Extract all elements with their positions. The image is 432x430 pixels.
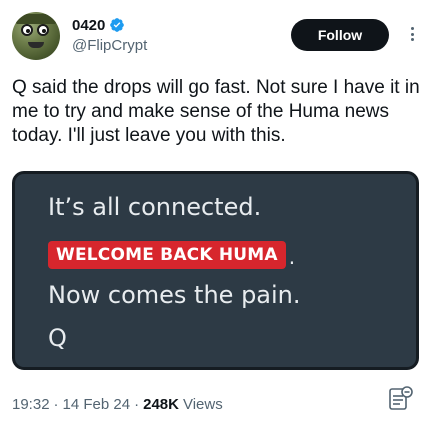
follow-button[interactable]: Follow [291,19,389,51]
media-text-line-4: Q [48,324,67,352]
author-handle[interactable]: @FlipCrypt [72,37,147,54]
more-dot [410,38,414,41]
analytics-icon[interactable] [388,386,414,412]
media-text-line-3: Now comes the pain. [48,281,301,309]
avatar-mouth [28,42,44,48]
verified-badge-icon [110,18,125,32]
media-text-line-1: It’s all connected. [48,193,262,221]
media-highlight-suffix: . [288,245,296,269]
views-label: Views [182,396,223,413]
tweet-time[interactable]: 19:32 [12,396,50,413]
meta-separator: · [134,396,140,413]
more-dot [410,32,414,36]
display-name[interactable]: 0420 [72,17,105,34]
tweet-meta: 19:32 · 14 Feb 24 · 248K Views [12,396,223,413]
avatar[interactable] [12,12,60,60]
more-options-icon[interactable] [404,24,420,44]
media-highlight-row: WELCOME BACK HUMA . [48,241,295,269]
views-count: 248K [143,396,179,413]
author-names: 0420 @FlipCrypt [72,14,147,55]
avatar-eye-right [37,24,49,36]
tweet-text: Q said the drops will go fast. Not sure … [12,77,425,146]
tweet-header: 0420 @FlipCrypt Follow [12,12,420,64]
tweet-date[interactable]: 14 Feb 24 [63,396,131,413]
avatar-eye-left [21,24,33,36]
avatar-hat [16,14,56,24]
meta-separator: · [53,396,59,413]
more-dot [410,27,414,30]
display-name-row: 0420 [72,14,147,36]
tweet-media-image[interactable]: It’s all connected. WELCOME BACK HUMA . … [12,171,419,370]
media-highlight-label: WELCOME BACK HUMA [48,241,286,269]
